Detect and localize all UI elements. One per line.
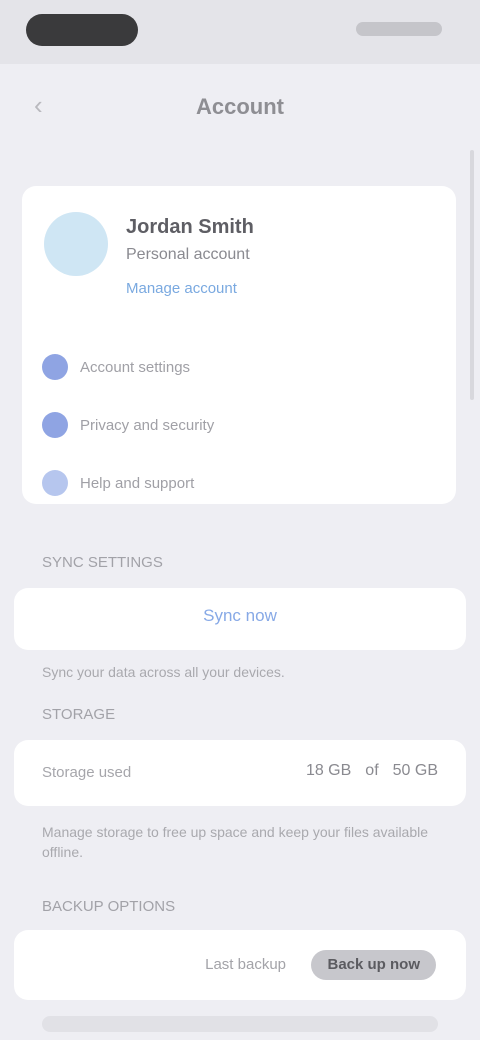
profile-item-help[interactable]: Help and support — [42, 468, 194, 498]
profile-item-account-settings[interactable]: Account settings — [42, 352, 190, 382]
manage-account-link[interactable]: Manage account — [126, 280, 237, 297]
account-settings-icon — [42, 354, 68, 380]
profile-subtitle: Personal account — [126, 246, 250, 263]
last-backup-label: Last backup — [205, 956, 286, 973]
profile-name: Jordan Smith — [126, 216, 254, 238]
avatar[interactable] — [44, 212, 108, 276]
help-icon — [42, 470, 68, 496]
sync-now-button[interactable]: Sync now — [14, 606, 466, 626]
bottom-text-line — [42, 1016, 438, 1032]
storage-footer: Manage storage to free up space and keep… — [42, 824, 429, 860]
sync-footer: Sync your data across all your devices. — [42, 664, 285, 680]
profile-item-label: Help and support — [80, 474, 195, 492]
status-bar — [0, 0, 480, 64]
scrollbar[interactable] — [470, 150, 474, 400]
storage-total-value: 50 GB — [392, 762, 438, 779]
status-pill — [26, 14, 138, 46]
privacy-icon — [42, 412, 68, 438]
back-up-now-button[interactable]: Back up now — [311, 950, 436, 980]
page-title: Account — [196, 94, 284, 119]
sync-group: Sync now — [14, 588, 466, 650]
storage-value: 18 GB of 50 GB — [306, 762, 438, 780]
storage-of: of — [365, 762, 379, 779]
profile-item-label: Account settings — [80, 358, 191, 376]
storage-used-value: 18 GB — [305, 762, 352, 779]
sync-section-header: SYNC SETTINGS — [42, 554, 163, 571]
backup-group: Last backup Back up now — [14, 930, 466, 1000]
storage-section-header: STORAGE — [42, 706, 116, 723]
storage-group[interactable]: Storage used 18 GB of 50 GB — [14, 740, 466, 806]
storage-label: Storage used — [42, 764, 132, 781]
profile-card: Jordan Smith Personal account Manage acc… — [22, 186, 456, 504]
status-indicators — [356, 22, 442, 36]
navigation-bar: ‹ Account — [0, 64, 480, 150]
backup-section-header: BACKUP OPTIONS — [42, 898, 176, 915]
profile-item-label: Privacy and security — [80, 416, 215, 434]
profile-item-privacy[interactable]: Privacy and security — [42, 410, 214, 440]
